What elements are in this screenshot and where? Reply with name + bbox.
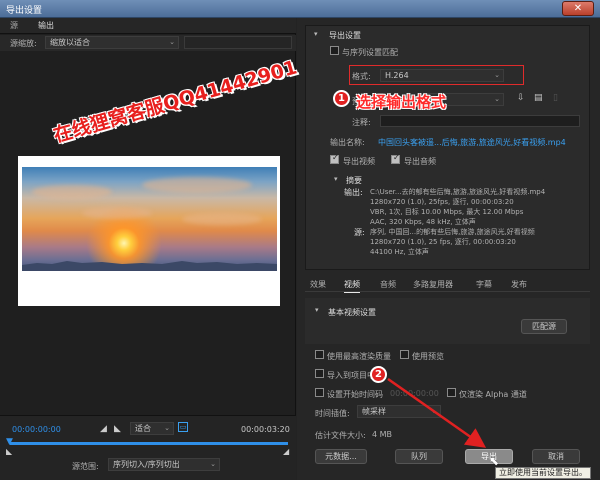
export-audio-checkbox[interactable] [391, 155, 400, 164]
basic-video-section: ▾ 基本视频设置 匹配源 [305, 298, 590, 344]
chevron-down-icon: ⌄ [494, 95, 500, 103]
source-scale-value: 缩放以适合 [50, 38, 90, 47]
comment-field[interactable] [380, 115, 580, 127]
collapse-arrow-icon[interactable]: ▾ [314, 30, 318, 38]
match-sequence-checkbox[interactable] [330, 46, 339, 55]
summary-heading: 摘要 [346, 176, 362, 185]
timecode-end: 00:00:03:20 [241, 425, 290, 434]
source-scale-row: 源缩放: 缩放以适合 ⌄ [0, 35, 296, 51]
source-range-label: 源范围: [72, 462, 99, 471]
summary-output-line: 1280x720 (1.0), 25fps, 逐行, 00:00:03:20 [370, 198, 514, 206]
max-render-quality-label: 使用最高渲染质量 [327, 352, 391, 361]
chevron-down-icon: ⌄ [210, 460, 216, 468]
step1-marker: 1 [333, 90, 350, 107]
basic-video-heading: 基本视频设置 [328, 308, 376, 317]
output-name-link[interactable]: 中国回头客被遥...后悔,旅游,旅途风光,好看视频.mp4 [378, 137, 566, 148]
import-into-project-label: 导入到项目中 [327, 371, 375, 380]
export-audio-label: 导出音频 [404, 157, 436, 166]
close-button[interactable]: ✕ [562, 1, 594, 16]
summary-source-line: 序列, 中国回...的郁有些后悔,旅游,旅途风光,好看视频 [370, 228, 535, 236]
source-range-dropdown[interactable]: 序列切入/序列切出 ⌄ [108, 458, 220, 471]
aspect-ratio-icon[interactable]: ▭ [178, 422, 188, 432]
window-title: 导出设置 [6, 6, 43, 16]
summary-output-label: 输出: [344, 188, 363, 197]
use-previews-label: 使用预览 [412, 352, 444, 361]
arrow-annotation [387, 377, 487, 448]
summary-source-line: 1280x720 (1.0), 25 fps, 逐行, 00:00:03:20 [370, 238, 516, 246]
match-source-button[interactable]: 匹配源 [521, 319, 567, 334]
out-point-icon[interactable]: ◢ [283, 447, 289, 456]
time-interpolation-label: 时间插值: [315, 409, 350, 418]
tab-captions[interactable]: 字幕 [476, 279, 492, 290]
summary-source-line: 44100 Hz, 立体声 [370, 248, 429, 256]
set-start-timecode-label: 设置开始时间码 [327, 390, 383, 399]
set-out-icon[interactable]: ◣ [114, 424, 121, 434]
max-render-quality-checkbox[interactable] [315, 350, 324, 359]
import-preset-icon[interactable]: ▤ [534, 93, 543, 103]
settings-tabs: 效果 视频 音频 多路复用器 字幕 发布 [305, 276, 590, 293]
delete-preset-icon[interactable]: ▯ [553, 93, 558, 103]
left-tabs: 源 输出 [0, 18, 296, 34]
export-settings-section: ▾ 导出设置 与序列设置匹配 格式: H.264 ⌄ 预设: ⌄ ⇩ ▤ ▯ 注… [305, 25, 590, 270]
tab-publish[interactable]: 发布 [511, 279, 527, 290]
summary-output-line: C:\User...去的郁有些后悔,旅游,旅途风光,好看视频.mp4 [370, 188, 546, 196]
timecode-start[interactable]: 00:00:00:00 [12, 425, 61, 434]
collapse-arrow-icon[interactable]: ▾ [315, 306, 319, 314]
format-highlight-box [349, 65, 524, 85]
tab-video[interactable]: 视频 [344, 279, 360, 293]
tab-multiplexer[interactable]: 多路复用器 [413, 279, 453, 290]
step1-annotation: 选择输出格式 [356, 93, 447, 111]
source-range-value: 序列切入/序列切出 [113, 460, 180, 469]
import-into-project-checkbox[interactable] [315, 369, 324, 378]
file-size-label: 估计文件大小: [315, 431, 366, 440]
save-preset-icon[interactable]: ⇩ [517, 93, 525, 103]
timeline-scrub-bar[interactable] [10, 442, 288, 445]
playhead-icon[interactable]: ▼ [6, 437, 13, 447]
title-bar: 导出设置 ✕ [0, 0, 600, 18]
mountain-silhouette [22, 261, 277, 271]
summary-output-line: VBR, 1次, 目标 10.00 Mbps, 最大 12.00 Mbps [370, 208, 524, 216]
in-point-icon[interactable]: ◣ [6, 447, 12, 456]
tab-effects[interactable]: 效果 [310, 279, 326, 290]
source-scale-label: 源缩放: [10, 39, 37, 48]
export-video-checkbox[interactable] [330, 155, 339, 164]
source-scale-dropdown[interactable]: 缩放以适合 ⌄ [45, 36, 179, 49]
export-tooltip: 立即使用当前设置导出。 [495, 467, 591, 479]
output-name-label: 输出名称: [330, 138, 365, 147]
export-video-label: 导出视频 [343, 157, 375, 166]
tab-audio[interactable]: 音频 [380, 279, 396, 290]
chevron-down-icon: ⌄ [164, 424, 170, 432]
use-previews-checkbox[interactable] [400, 350, 409, 359]
summary-output-line: AAC, 320 Kbps, 48 kHz, 立体声 [370, 218, 476, 226]
tab-source[interactable]: 源 [10, 20, 18, 31]
summary-source-label: 源: [354, 228, 365, 237]
cancel-button[interactable]: 取消 [532, 449, 580, 464]
fit-dropdown[interactable]: 适合 ⌄ [130, 422, 174, 435]
chevron-down-icon: ⌄ [169, 38, 175, 46]
comment-label: 注释: [352, 118, 371, 127]
set-start-timecode-checkbox[interactable] [315, 388, 324, 397]
fit-value: 适合 [135, 424, 151, 433]
source-scale-extra-field[interactable] [184, 36, 292, 49]
set-in-icon[interactable]: ◢ [100, 424, 107, 434]
playback-controls: 00:00:00:00 ◢ ◣ 适合 ⌄ ▭ 00:00:03:20 ▼ ◣ ◢… [0, 415, 296, 480]
export-settings-heading: 导出设置 [329, 31, 361, 40]
tab-output[interactable]: 输出 [38, 20, 54, 31]
match-sequence-label: 与序列设置匹配 [342, 48, 398, 57]
metadata-button[interactable]: 元数据... [315, 449, 367, 464]
summary-collapse-icon[interactable]: ▾ [334, 175, 338, 183]
